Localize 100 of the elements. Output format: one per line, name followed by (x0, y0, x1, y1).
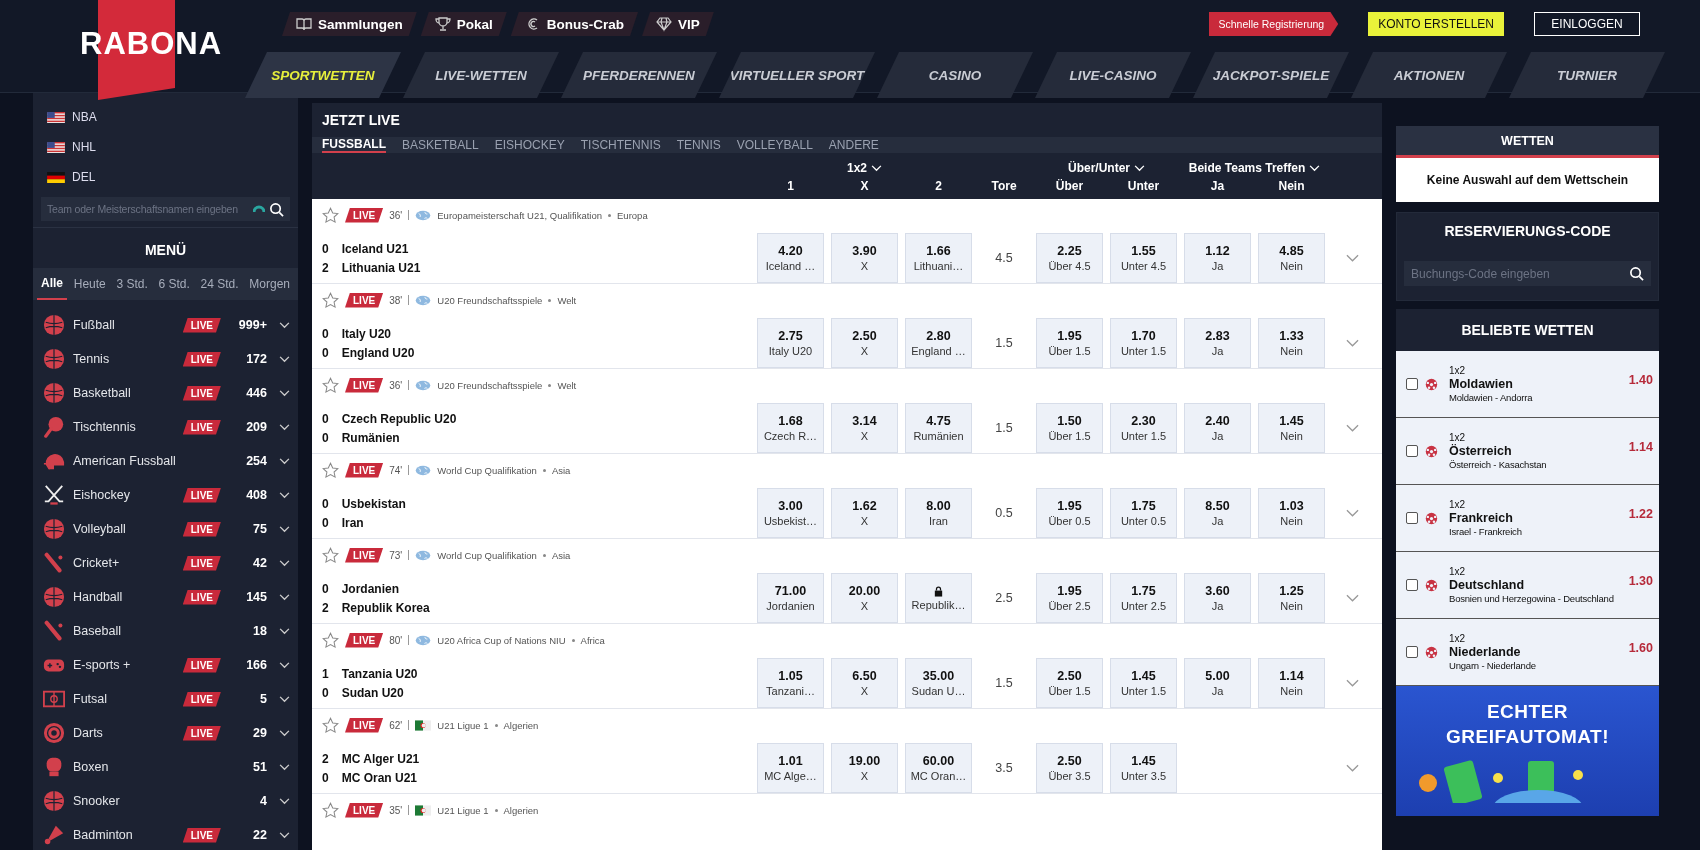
odds-button[interactable]: 1.03 Nein (1258, 488, 1325, 538)
chevron-down-icon[interactable] (279, 457, 290, 465)
sport-link[interactable]: Tischtennis (73, 420, 175, 434)
star-icon[interactable] (322, 801, 339, 819)
odds-button[interactable]: 1.45 Nein (1258, 403, 1325, 453)
odds-button[interactable]: 20.00 X (831, 573, 898, 623)
nav-tab[interactable]: JACKPOT-SPIELE (1193, 52, 1349, 98)
header-link[interactable]: Bonus-Crab (510, 12, 639, 36)
popular-bet-item[interactable]: 1x2 Moldawien Moldawien - Andorra 1.40 (1396, 351, 1659, 418)
checkbox[interactable] (1406, 579, 1418, 591)
booking-code-field[interactable]: Buchungs-Code eingeben (1411, 262, 1629, 285)
chevron-down-icon[interactable] (279, 763, 290, 771)
chevron-down-icon[interactable] (279, 491, 290, 499)
time-filter-tab[interactable]: 6 Std. (154, 268, 194, 300)
competition-name[interactable]: World Cup Qualifikation (437, 549, 537, 561)
betslip-title[interactable]: WETTEN (1396, 126, 1659, 158)
popular-bet-item[interactable]: 1x2 Niederlande Ungarn - Niederlande 1.60 (1396, 619, 1659, 686)
odds-button[interactable]: 2.25 Über 4.5 (1036, 233, 1103, 283)
odds-button[interactable]: 1.45 Unter 3.5 (1110, 743, 1177, 793)
odds-button[interactable]: 1.45 Unter 1.5 (1110, 658, 1177, 708)
sport-tab[interactable]: TISCHTENNIS (580, 137, 661, 153)
odds-button[interactable]: 60.00 MC Oran… (905, 743, 972, 793)
league-link[interactable]: DEL (72, 170, 96, 184)
odds-button[interactable]: 4.85 Nein (1258, 233, 1325, 283)
promo-banner[interactable]: ECHTER GREIFAUTOMAT! (1396, 686, 1659, 816)
chevron-down-icon[interactable] (279, 729, 290, 737)
checkbox[interactable] (1406, 512, 1418, 524)
sport-link[interactable]: Handball (73, 590, 175, 604)
header-link[interactable]: Sammlungen (282, 12, 417, 36)
search-field[interactable]: Team oder Meisterschaftsnamen eingeben (47, 198, 249, 220)
star-icon[interactable] (322, 461, 339, 479)
nav-tab[interactable]: CASINO (877, 52, 1033, 98)
nav-tab[interactable]: TURNIER (1509, 52, 1665, 98)
chevron-down-icon[interactable] (279, 593, 290, 601)
star-icon[interactable] (322, 291, 339, 309)
sport-link[interactable]: E-sports + (73, 658, 175, 672)
nav-tab[interactable]: VIRTUELLER SPORT (719, 52, 875, 98)
odds-button[interactable]: 19.00 X (831, 743, 898, 793)
nav-tab[interactable]: LIVE-WETTEN (403, 52, 559, 98)
odds-button[interactable]: 1.95 Über 2.5 (1036, 573, 1103, 623)
nav-tab[interactable]: PFERDERENNEN (561, 52, 717, 98)
search-box[interactable]: Team oder Meisterschaftsnamen eingeben (41, 197, 290, 221)
header-link[interactable]: Pokal (420, 12, 507, 36)
time-filter-tab[interactable]: Alle (37, 268, 67, 300)
nav-tab[interactable]: LIVE-CASINO (1035, 52, 1191, 98)
chevron-down-icon[interactable] (279, 661, 290, 669)
competition-name[interactable]: World Cup Qualifikation (437, 464, 537, 476)
odds-button[interactable]: 1.95 Über 0.5 (1036, 488, 1103, 538)
odds-button[interactable]: 1.05 Tanzani… (757, 658, 824, 708)
sport-tab[interactable]: VOLLEYBALL (736, 137, 813, 153)
popular-bet-item[interactable]: 1x2 Deutschland Bosnien und Herzegowina - Deutschland 1.30 (1396, 552, 1659, 619)
odds-button[interactable]: 1.55 Unter 4.5 (1110, 233, 1177, 283)
odds-button[interactable]: 2.30 Unter 1.5 (1110, 403, 1177, 453)
odds-button[interactable]: 2.40 Ja (1184, 403, 1251, 453)
chevron-down-icon[interactable] (279, 389, 290, 397)
chevron-down-icon[interactable] (279, 355, 290, 363)
sport-link[interactable]: Snooker (73, 794, 221, 808)
nav-tab[interactable]: SPORTWETTEN (245, 52, 401, 98)
competition-name[interactable]: U21 Ligue 1 (437, 719, 489, 731)
odds-button[interactable]: 3.14 X (831, 403, 898, 453)
star-icon[interactable] (322, 376, 339, 394)
sport-tab[interactable]: EISHOCKEY (494, 137, 565, 153)
popular-bet-item[interactable]: 1x2 Österreich Österreich - Kasachstan 1.14 (1396, 418, 1659, 485)
odds-button[interactable]: 2.50 X (831, 318, 898, 368)
sport-link[interactable]: Cricket+ (73, 556, 175, 570)
odds-button[interactable]: 1.75 Unter 0.5 (1110, 488, 1177, 538)
odds-button[interactable]: Republik… (905, 573, 972, 623)
chevron-down-icon[interactable] (279, 797, 290, 805)
chevron-down-icon[interactable] (279, 831, 290, 839)
odds-button[interactable]: 4.75 Rumänien (905, 403, 972, 453)
sport-link[interactable]: Boxen (73, 760, 221, 774)
odds-button[interactable]: 6.50 X (831, 658, 898, 708)
odds-button[interactable]: 1.01 MC Alge… (757, 743, 824, 793)
header-link[interactable]: VIP (642, 12, 714, 36)
checkbox[interactable] (1406, 378, 1418, 390)
odds-button[interactable]: 5.00 Ja (1184, 658, 1251, 708)
odds-button[interactable]: 1.14 Nein (1258, 658, 1325, 708)
sport-link[interactable]: Volleyball (73, 522, 175, 536)
odds-button[interactable]: 8.50 Ja (1184, 488, 1251, 538)
search-icon[interactable] (269, 201, 284, 217)
chevron-down-icon[interactable] (279, 525, 290, 533)
create-account-button[interactable]: KONTO ERSTELLEN (1368, 12, 1504, 36)
odds-button[interactable]: 2.80 England … (905, 318, 972, 368)
sport-tab[interactable]: BASKETBALL (402, 137, 479, 153)
nav-tab[interactable]: AKTIONEN (1351, 52, 1507, 98)
time-filter-tab[interactable]: 24 Std. (196, 268, 243, 300)
search-icon[interactable] (1629, 266, 1644, 281)
odds-button[interactable]: 2.50 Über 3.5 (1036, 743, 1103, 793)
odds-button[interactable]: 1.33 Nein (1258, 318, 1325, 368)
star-icon[interactable] (322, 546, 339, 564)
odds-button[interactable]: 3.00 Usbekist… (757, 488, 824, 538)
checkbox[interactable] (1406, 646, 1418, 658)
sport-link[interactable]: Fußball (73, 318, 175, 332)
competition-name[interactable]: Europameisterschaft U21, Qualifikation (437, 209, 603, 221)
time-filter-tab[interactable]: Heute (69, 268, 110, 300)
odds-button[interactable]: 2.75 Italy U20 (757, 318, 824, 368)
column-group-heading[interactable]: 1x2 (757, 161, 972, 175)
odds-button[interactable]: 2.83 Ja (1184, 318, 1251, 368)
odds-button[interactable]: 8.00 Iran (905, 488, 972, 538)
sport-tab[interactable]: ANDERE (828, 137, 879, 153)
